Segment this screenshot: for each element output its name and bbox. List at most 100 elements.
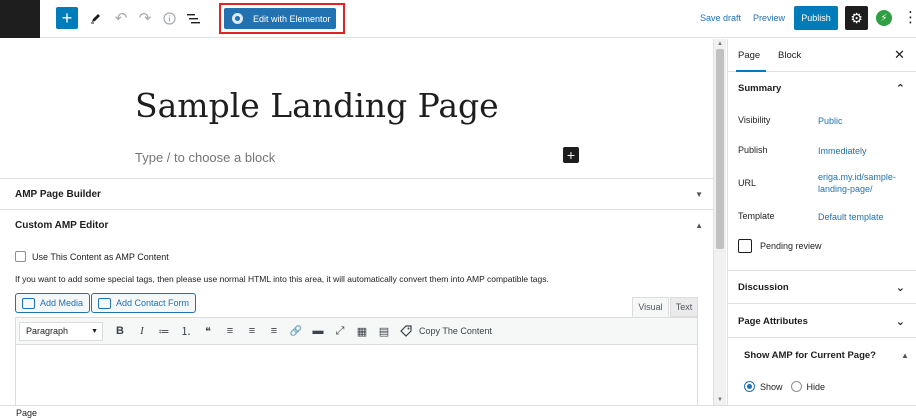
align-right-button[interactable]: ≡ (263, 321, 285, 341)
copy-content-button[interactable]: Copy The Content (419, 326, 492, 336)
tag-icon (400, 325, 412, 337)
save-draft-button[interactable]: Save draft (700, 13, 741, 23)
visibility-label: Visibility (738, 115, 771, 125)
amp-show-radio[interactable] (744, 381, 755, 392)
panel-discussion-header[interactable]: Discussion ⌄ (728, 271, 916, 304)
amp-visibility-options: Show Hide (744, 381, 825, 392)
amp-content-checkbox-row[interactable]: Use This Content as AMP Content (15, 251, 169, 262)
template-value[interactable]: Default template (818, 211, 908, 223)
url-value[interactable]: eriga.my.id/sample-landing-page/ (818, 171, 898, 195)
add-media-label: Add Media (40, 298, 84, 308)
align-left-button[interactable]: ≡ (219, 321, 241, 341)
tab-page[interactable]: Page (738, 50, 760, 61)
more-options-button[interactable]: ⋮ (903, 8, 916, 28)
pending-review-label: Pending review (760, 241, 822, 251)
numbered-list-icon: ⒈ (180, 326, 192, 338)
post-title[interactable]: Sample Landing Page (135, 86, 499, 125)
amp-hide-label: Hide (806, 381, 826, 392)
caret-up-icon[interactable]: ▲ (901, 351, 909, 360)
bullet-list-button[interactable]: ≔ (153, 321, 175, 341)
panel-title: Discussion (738, 281, 789, 293)
classic-editor: Paragraph ▼ B I ≔ ⒈ ❝ ≡ ≡ ≡ 🔗 ▬ ⤢ ▦ ▤ Co… (15, 317, 698, 405)
fullscreen-button[interactable]: ⤢ (329, 321, 351, 341)
redo-icon: ↷ (138, 10, 152, 27)
blockquote-button[interactable]: ❝ (197, 321, 219, 341)
inline-inserter-button[interactable]: + (563, 147, 579, 163)
visibility-value[interactable]: Public (818, 115, 908, 127)
italic-button[interactable]: I (131, 321, 153, 341)
breadcrumb-item[interactable]: Page (16, 408, 37, 418)
list-view-icon (186, 13, 200, 23)
tab-visual[interactable]: Visual (632, 297, 669, 317)
tab-text[interactable]: Text (670, 297, 698, 317)
block-appender-placeholder[interactable]: Type / to choose a block (135, 150, 275, 165)
amp-show-label: Show (760, 381, 783, 392)
pending-review-checkbox[interactable] (738, 239, 752, 253)
amp-content-checkbox[interactable] (15, 251, 26, 262)
close-sidebar-button[interactable]: ✕ (894, 47, 905, 63)
url-label: URL (738, 178, 757, 188)
panel-page-attributes-header[interactable]: Page Attributes ⌄ (728, 305, 916, 338)
chevron-up-icon: ⌃ (895, 83, 905, 95)
edit-with-elementor-label: Edit with Elementor (253, 13, 331, 24)
publish-date-label: Publish (738, 145, 768, 155)
bolt-icon: ⚡ (880, 12, 888, 24)
close-icon: ✕ (894, 47, 905, 62)
elementor-icon (232, 13, 243, 24)
undo-button[interactable]: ↶ (112, 8, 130, 28)
format-select[interactable]: Paragraph ▼ (19, 321, 103, 341)
toolbar-toggle-button[interactable]: ▦ (351, 321, 373, 341)
fullscreen-icon: ⤢ (335, 324, 345, 337)
tab-block[interactable]: Block (778, 50, 801, 61)
metabox-amp-page-builder[interactable]: AMP Page Builder ▼ (0, 178, 713, 209)
list-view-button[interactable] (184, 9, 202, 27)
metabox-custom-amp-editor[interactable]: Custom AMP Editor ▲ (0, 209, 713, 240)
publish-button[interactable]: Publish (794, 6, 838, 30)
plus-icon: + (566, 147, 576, 163)
read-more-button[interactable]: ▬ (307, 321, 329, 341)
metabox-title: AMP Page Builder (15, 188, 101, 200)
plus-icon: + (61, 8, 73, 28)
bold-button[interactable]: B (109, 321, 131, 341)
jetpack-button[interactable]: ⚡ (876, 10, 892, 26)
amp-content-checkbox-label: Use This Content as AMP Content (32, 251, 169, 262)
bold-icon: B (116, 325, 124, 337)
editor-scrollbar[interactable]: ▲ ▼ (713, 39, 726, 405)
settings-sidebar: Page Block ✕ Summary ⌃ Visibility Public… (727, 39, 916, 405)
add-media-button[interactable]: Add Media (15, 293, 91, 313)
insert-template-button[interactable]: ▤ (373, 321, 395, 341)
scroll-down-icon[interactable]: ▼ (717, 397, 723, 403)
align-center-button[interactable]: ≡ (241, 321, 263, 341)
scrollbar-thumb[interactable] (716, 49, 724, 249)
tools-button[interactable] (87, 9, 105, 27)
template-label: Template (738, 211, 775, 221)
details-button[interactable] (160, 9, 178, 27)
gear-icon: ⚙ (850, 9, 863, 26)
template-icon: ▤ (378, 325, 390, 338)
undo-icon: ↶ (114, 10, 128, 27)
mce-toolbar: Paragraph ▼ B I ≔ ⒈ ❝ ≡ ≡ ≡ 🔗 ▬ ⤢ ▦ ▤ Co… (16, 318, 697, 345)
redo-button[interactable]: ↷ (136, 8, 154, 28)
scroll-up-icon[interactable]: ▲ (717, 41, 723, 47)
amp-hide-radio[interactable] (790, 381, 802, 392)
numbered-list-button[interactable]: ⒈ (175, 321, 197, 341)
add-contact-form-label: Add Contact Form (116, 298, 190, 308)
settings-button[interactable]: ⚙ (845, 6, 868, 30)
keyboard-icon: ▦ (356, 325, 368, 338)
publish-date-value[interactable]: Immediately (818, 145, 908, 157)
block-inserter-button[interactable]: + (56, 7, 78, 29)
link-button[interactable]: 🔗 (285, 321, 307, 341)
wordpress-logo[interactable] (0, 0, 40, 38)
pending-review-row[interactable]: Pending review (738, 239, 822, 253)
info-icon (162, 11, 176, 25)
edit-with-elementor-button[interactable]: Edit with Elementor (224, 8, 336, 29)
panel-summary-header[interactable]: Summary ⌃ (728, 72, 916, 105)
amp-help-text: If you want to add some special tags, th… (15, 274, 549, 284)
add-contact-form-button[interactable]: Add Contact Form (91, 293, 197, 313)
preview-button[interactable]: Preview (753, 13, 785, 23)
copy-content-tag-button[interactable] (395, 321, 417, 341)
panel-title: Summary (738, 83, 782, 94)
metabox-title: Custom AMP Editor (15, 219, 109, 231)
caret-up-icon: ▲ (695, 220, 703, 230)
pencil-icon (91, 14, 100, 24)
